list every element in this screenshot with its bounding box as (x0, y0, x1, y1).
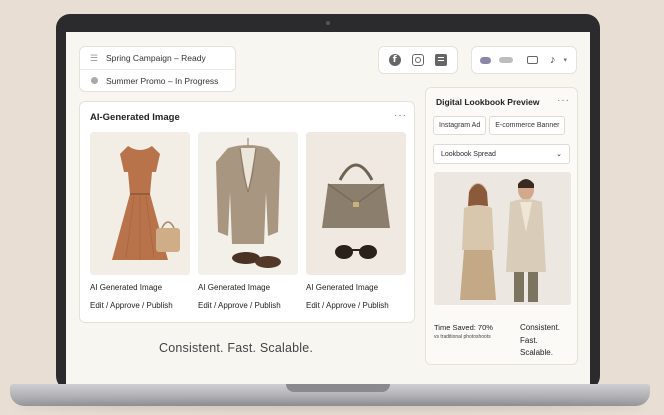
product-card-dress[interactable]: AI Generated Image Edit / Approve / Publ… (90, 132, 190, 310)
slider-pill-icon[interactable] (499, 57, 513, 63)
summary-line: Consistent. (520, 323, 561, 332)
product-card-handbag[interactable]: AI Generated Image Edit / Approve / Publ… (306, 132, 406, 310)
tab-ecommerce-banner[interactable]: E-commerce Banner (489, 116, 566, 135)
lookbook-preview-panel: Digital Lookbook Preview ··· Instagram A… (425, 87, 578, 365)
dress-image (90, 132, 190, 275)
select-value: Lookbook Spread (441, 150, 496, 158)
campaign-label: Spring Campaign – Ready (106, 53, 206, 63)
app-screen: ☰ Spring Campaign – Ready Summer Promo –… (66, 32, 590, 384)
instagram-icon (411, 54, 424, 66)
product-actions-link[interactable]: Edit / Approve / Publish (198, 301, 298, 310)
product-label: AI Generated Image (198, 283, 271, 292)
facebook-button[interactable]: f (387, 52, 403, 68)
display-icon[interactable] (527, 56, 538, 64)
document-button[interactable] (433, 52, 449, 68)
handbag-image (306, 132, 406, 275)
panel-title: AI-Generated Image (90, 112, 180, 123)
tab-instagram-ad[interactable]: Instagram Ad (433, 116, 487, 135)
product-card-blazer[interactable]: AI Generated Image Edit / Approve / Publ… (198, 132, 298, 310)
lookbook-title: Digital Lookbook Preview (436, 97, 540, 107)
menu-lines-icon: ☰ (89, 52, 99, 63)
campaign-status-list: ☰ Spring Campaign – Ready Summer Promo –… (79, 46, 236, 92)
time-saved-stat: Time Saved: 70% (434, 323, 493, 332)
summary-text: Consistent. Fast. Scalable. (520, 322, 560, 360)
tiktok-icon[interactable]: ♪ (550, 54, 556, 66)
time-saved-subtext: vs traditional photoshoots (434, 334, 491, 340)
format-tabs: Instagram Ad E-commerce Banner (433, 116, 566, 135)
laptop-notch (286, 384, 390, 392)
campaign-row-spring[interactable]: ☰ Spring Campaign – Ready (80, 47, 235, 69)
status-dot-icon (89, 76, 99, 86)
chevron-down-icon[interactable]: ▾ (564, 56, 568, 64)
laptop-shadow (14, 402, 646, 410)
summary-line: Fast. (520, 335, 538, 345)
camera-icon (326, 21, 330, 25)
product-label: AI Generated Image (306, 283, 379, 292)
instagram-button[interactable] (410, 52, 426, 68)
product-label: AI Generated Image (90, 283, 163, 292)
document-icon (435, 54, 448, 66)
more-options-icon[interactable]: ··· (394, 110, 407, 121)
more-options-icon[interactable]: ··· (557, 95, 570, 106)
tagline: Consistent. Fast. Scalable. (159, 341, 314, 355)
facebook-icon: f (388, 54, 401, 66)
blazer-image (198, 132, 298, 275)
lookbook-image (434, 172, 571, 305)
ai-generated-panel: AI-Generated Image ··· AI Generated Imag… (79, 101, 415, 323)
product-actions-link[interactable]: Edit / Approve / Publish (306, 301, 406, 310)
channel-toggles: ♪ ▾ (471, 46, 577, 74)
toggle-pill-icon[interactable] (480, 56, 491, 64)
campaign-label: Summer Promo – In Progress (106, 75, 219, 86)
chevron-down-icon: ⌄ (556, 151, 562, 158)
campaign-row-summer[interactable]: Summer Promo – In Progress (80, 69, 235, 91)
summary-line: Scalable. (520, 348, 553, 357)
layout-select[interactable]: Lookbook Spread ⌄ (433, 144, 570, 164)
social-share-bar: f (378, 46, 458, 74)
product-actions-link[interactable]: Edit / Approve / Publish (90, 301, 190, 310)
